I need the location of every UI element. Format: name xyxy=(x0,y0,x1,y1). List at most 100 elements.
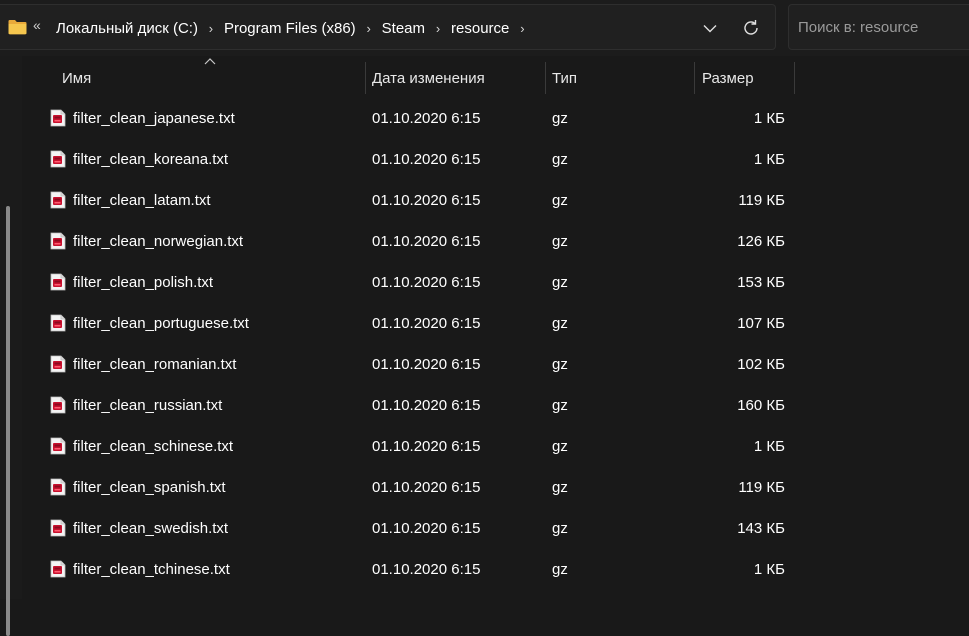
file-row[interactable]: filter_clean_koreana.txt 01.10.2020 6:15 g… xyxy=(22,139,802,180)
archive-file-icon xyxy=(50,478,66,496)
search-input[interactable] xyxy=(788,4,969,50)
breadcrumb-resource[interactable]: resource xyxy=(448,20,512,37)
column-header-size[interactable]: Размер xyxy=(702,56,797,100)
file-row[interactable]: filter_clean_spanish.txt 01.10.2020 6:15 g… xyxy=(22,467,802,508)
file-name: filter_clean_polish.txt xyxy=(73,274,214,291)
file-type: gz xyxy=(552,110,568,127)
file-date-modified: 01.10.2020 6:15 xyxy=(372,479,481,496)
file-date-modified: 01.10.2020 6:15 xyxy=(372,151,481,168)
file-name: filter_clean_spanish.txt xyxy=(73,479,226,496)
file-date-modified: 01.10.2020 6:15 xyxy=(372,438,481,455)
breadcrumb-program-files[interactable]: Program Files (x86) xyxy=(221,20,359,37)
file-type: gz xyxy=(552,561,568,578)
archive-file-icon xyxy=(50,191,66,209)
file-type: gz xyxy=(552,479,568,496)
file-row[interactable]: filter_clean_russian.txt 01.10.2020 6:15 g… xyxy=(22,385,802,426)
file-name: filter_clean_russian.txt xyxy=(73,397,223,414)
file-type: gz xyxy=(552,274,568,291)
file-date-modified: 01.10.2020 6:15 xyxy=(372,397,481,414)
file-date-modified: 01.10.2020 6:15 xyxy=(372,561,481,578)
archive-file-icon xyxy=(50,437,66,455)
file-size: 126 КБ xyxy=(737,233,785,250)
refresh-icon xyxy=(744,20,758,35)
file-row[interactable]: filter_clean_norwegian.txt 01.10.2020 6:1… xyxy=(22,221,802,262)
file-row[interactable]: filter_clean_latam.txt 01.10.2020 6:15 gz 1… xyxy=(22,180,802,221)
file-name: filter_clean_swedish.txt xyxy=(73,520,229,537)
file-size: 1 КБ xyxy=(753,561,785,578)
archive-file-icon xyxy=(50,232,66,250)
file-row[interactable]: filter_clean_polish.txt 01.10.2020 6:15 gz… xyxy=(22,262,802,303)
file-type: gz xyxy=(552,192,568,209)
breadcrumb-separator-icon[interactable]: › xyxy=(428,21,448,36)
navigation-pane xyxy=(0,56,22,636)
archive-file-icon xyxy=(50,314,66,332)
file-size: 107 КБ xyxy=(737,315,785,332)
archive-file-icon xyxy=(50,109,66,127)
file-size: 119 КБ xyxy=(738,192,785,209)
archive-file-icon xyxy=(50,519,66,537)
file-size: 160 КБ xyxy=(737,397,785,414)
breadcrumb-steam[interactable]: Steam xyxy=(379,20,428,37)
file-name: filter_clean_tchinese.txt xyxy=(73,561,230,578)
file-row[interactable]: filter_clean_portuguese.txt 01.10.2020 6:… xyxy=(22,303,802,344)
file-size: 102 КБ xyxy=(737,356,785,373)
file-type: gz xyxy=(552,315,568,332)
breadcrumb-separator-icon[interactable]: › xyxy=(201,21,221,36)
file-date-modified: 01.10.2020 6:15 xyxy=(372,233,481,250)
file-list: filter_clean_japanese.txt 01.10.2020 6:15… xyxy=(22,98,969,590)
file-name: filter_clean_koreana.txt xyxy=(73,151,229,168)
column-header-type[interactable]: Тип xyxy=(552,56,697,100)
file-size: 1 КБ xyxy=(753,110,785,127)
archive-file-icon xyxy=(50,150,66,168)
column-divider[interactable] xyxy=(794,62,795,94)
chevron-down-icon xyxy=(703,24,717,32)
folder-icon xyxy=(8,20,27,35)
file-row[interactable]: filter_clean_japanese.txt 01.10.2020 6:15… xyxy=(22,98,802,139)
file-size: 119 КБ xyxy=(738,479,785,496)
breadcrumb-separator-icon[interactable]: › xyxy=(512,21,532,36)
file-type: gz xyxy=(552,151,568,168)
archive-file-icon xyxy=(50,560,66,578)
file-size: 1 КБ xyxy=(753,151,785,168)
archive-file-icon xyxy=(50,355,66,373)
file-date-modified: 01.10.2020 6:15 xyxy=(372,274,481,291)
file-date-modified: 01.10.2020 6:15 xyxy=(372,110,481,127)
file-type: gz xyxy=(552,356,568,373)
file-size: 153 КБ xyxy=(737,274,785,291)
column-header-date[interactable]: Дата изменения xyxy=(372,56,547,100)
column-divider[interactable] xyxy=(545,62,546,94)
column-header-name[interactable]: Имя xyxy=(62,56,362,100)
archive-file-icon xyxy=(50,396,66,414)
column-headers: Имя Дата изменения Тип Размер xyxy=(22,56,969,100)
refresh-button[interactable] xyxy=(736,16,766,40)
file-name: filter_clean_romanian.txt xyxy=(73,356,237,373)
column-divider[interactable] xyxy=(694,62,695,94)
breadcrumb-overflow-button[interactable]: « xyxy=(33,17,41,33)
file-size: 143 КБ xyxy=(737,520,785,537)
breadcrumb-separator-icon[interactable]: › xyxy=(359,21,379,36)
file-row[interactable]: filter_clean_romanian.txt 01.10.2020 6:15… xyxy=(22,344,802,385)
address-bar[interactable]: « Локальный диск (C:) › Program Files (x… xyxy=(0,4,776,50)
file-name: filter_clean_portuguese.txt xyxy=(73,315,249,332)
file-date-modified: 01.10.2020 6:15 xyxy=(372,192,481,209)
file-date-modified: 01.10.2020 6:15 xyxy=(372,315,481,332)
address-history-dropdown[interactable] xyxy=(696,17,724,39)
file-row[interactable]: filter_clean_swedish.txt 01.10.2020 6:15 g… xyxy=(22,508,802,549)
file-type: gz xyxy=(552,520,568,537)
file-date-modified: 01.10.2020 6:15 xyxy=(372,356,481,373)
file-row[interactable]: filter_clean_tchinese.txt 01.10.2020 6:15… xyxy=(22,549,802,590)
file-name: filter_clean_latam.txt xyxy=(73,192,211,209)
explorer-toolbar: « Локальный диск (C:) › Program Files (x… xyxy=(0,0,969,56)
file-name: filter_clean_norwegian.txt xyxy=(73,233,244,250)
breadcrumb-local-disk[interactable]: Локальный диск (C:) xyxy=(53,20,201,37)
file-type: gz xyxy=(552,233,568,250)
archive-file-icon xyxy=(50,273,66,291)
file-row[interactable]: filter_clean_schinese.txt 01.10.2020 6:15… xyxy=(22,426,802,467)
file-size: 1 КБ xyxy=(753,438,785,455)
column-divider[interactable] xyxy=(365,62,366,94)
file-date-modified: 01.10.2020 6:15 xyxy=(372,520,481,537)
breadcrumb: Локальный диск (C:) › Program Files (x86… xyxy=(53,5,532,51)
navigation-pane-scrollbar[interactable] xyxy=(6,206,10,636)
file-type: gz xyxy=(552,438,568,455)
file-name: filter_clean_schinese.txt xyxy=(73,438,234,455)
